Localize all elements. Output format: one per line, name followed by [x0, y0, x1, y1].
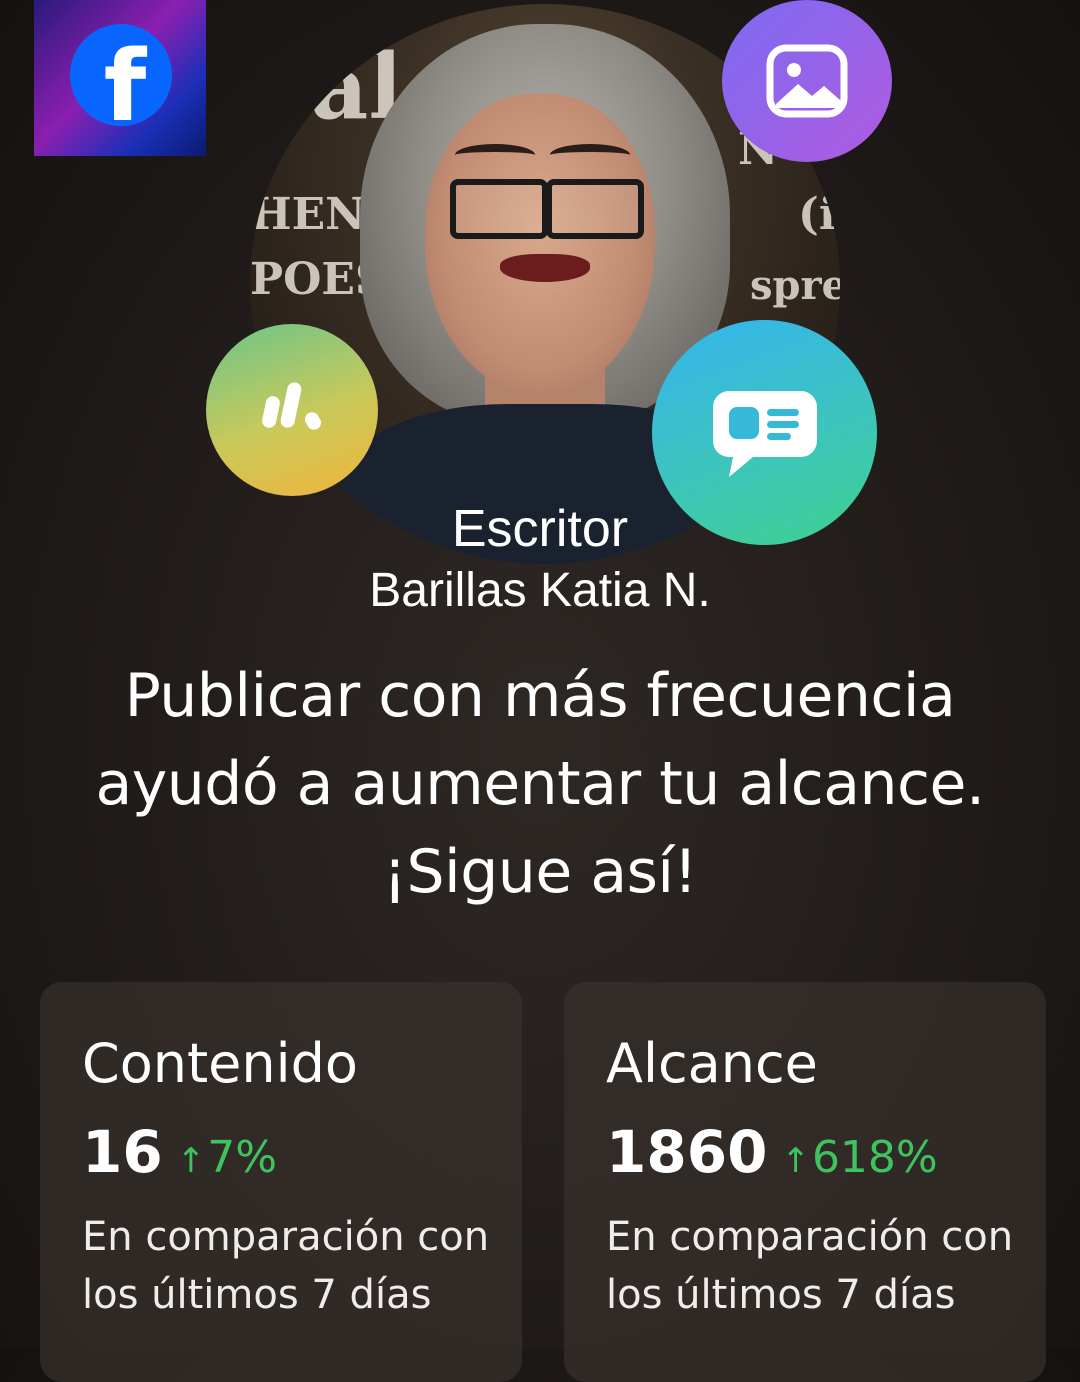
metric-description: En comparación con los últimos 7 días [82, 1214, 490, 1318]
arrow-up-icon: ↑ [781, 1141, 810, 1181]
arrow-up-icon: ↑ [176, 1141, 206, 1181]
portrait-brow [455, 144, 535, 166]
profile-role: Escritor [451, 500, 629, 558]
metric-description: En comparación con los últimos 7 días [606, 1214, 1014, 1318]
portrait-face [425, 94, 655, 394]
facebook-glyph: f [103, 30, 147, 126]
poster-text: sprea [750, 262, 840, 309]
portrait-brow [550, 144, 630, 166]
metric-title: Contenido [82, 1032, 358, 1095]
poster-text: HEN [250, 189, 366, 240]
metric-change: ↑618% [781, 1132, 937, 1183]
metric-title: Alcance [606, 1032, 818, 1095]
facebook-badge: f [34, 0, 206, 156]
metric-value-row: 16 ↑7% [82, 1118, 277, 1186]
metric-value-row: 1860 ↑618% [606, 1118, 938, 1186]
metric-card-content[interactable]: Contenido 16 ↑7% En comparación con los ú… [40, 982, 522, 1382]
metric-value: 1860 [606, 1118, 768, 1186]
photo-icon [722, 0, 892, 162]
metric-change-value: 7% [207, 1132, 278, 1183]
metric-card-reach[interactable]: Alcance 1860 ↑618% En comparación con los… [564, 982, 1046, 1382]
headline-line: ¡Sigue así! [382, 837, 698, 907]
stats-icon [206, 324, 378, 496]
metric-change-value: 618% [811, 1132, 938, 1183]
headline: Publicar con más frecuencia ayudó a aume… [30, 652, 1050, 916]
metric-change: ↑7% [177, 1132, 277, 1183]
profile-name: Barillas Katia N. [369, 564, 711, 617]
headline-line: Publicar con más frecuencia [124, 661, 956, 731]
headline-line: ayudó a aumentar tu alcance. [95, 749, 985, 819]
metric-value: 16 [82, 1118, 163, 1186]
profile-name-block: Escritor Barillas Katia N. [0, 498, 1080, 622]
portrait-glasses-lens [450, 179, 548, 239]
portrait-glasses-lens [546, 179, 644, 239]
poster-text: (i [798, 189, 836, 240]
portrait-mouth [500, 254, 590, 282]
facebook-icon: f [70, 24, 172, 126]
